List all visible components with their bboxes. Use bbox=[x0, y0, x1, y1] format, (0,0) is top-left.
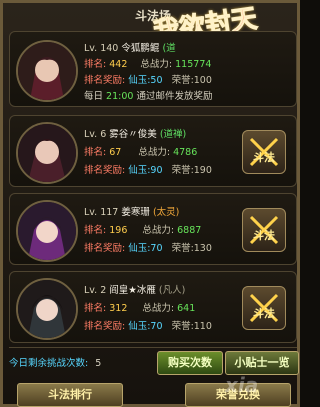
opponent-rank-value: 196 bbox=[109, 225, 128, 236]
opponent-name: 阎皇★冰雁 bbox=[109, 285, 156, 296]
opponent-rank-label: 排名: bbox=[84, 147, 107, 158]
watermark-logo: xia bbox=[225, 373, 259, 397]
self-card: Lv. 140 令狐鹏鲲 (道 排名: 442 总战力: 115774 排名奖励… bbox=[9, 31, 297, 107]
opponent-reward-honor: 荣誉:110 bbox=[171, 321, 212, 332]
self-reward-jade: 仙玉:50 bbox=[128, 75, 163, 86]
arena-panel: 斗法场 我欲封天 Lv. 140 令狐鹏鲲 (道 排名: 442 总战力: 11… bbox=[0, 0, 300, 407]
challenge-label: 斗法 bbox=[253, 151, 275, 164]
opponent-faction: (太灵) bbox=[152, 207, 180, 218]
opponent-card: Lv. 2 阎皇★冰雁 (凡人) 排名: 312 总战力: 641 排名奖励: … bbox=[9, 271, 297, 343]
opponent-reward-jade: 仙玉:70 bbox=[128, 321, 163, 332]
opponent-reward-jade: 仙玉:90 bbox=[128, 165, 163, 176]
self-level: Lv. 140 bbox=[84, 43, 119, 54]
arena-ranking-button[interactable]: 斗法排行 bbox=[17, 383, 123, 407]
challenge-button[interactable]: 斗法 bbox=[242, 286, 286, 330]
daily-reward-note: 每日 21:00 通过邮件发放奖励 bbox=[84, 91, 213, 102]
opponent-power-value: 4786 bbox=[173, 147, 198, 158]
self-power-value: 115774 bbox=[175, 59, 212, 70]
self-rank-label: 排名: bbox=[84, 59, 107, 70]
opponent-power-value: 6887 bbox=[177, 225, 202, 236]
opponent-card: Lv. 117 姜寒珊 (太灵) 排名: 196 总战力: 6887 排名奖励:… bbox=[9, 193, 297, 265]
opponent-level: Lv. 2 bbox=[84, 285, 107, 296]
buy-attempts-button[interactable]: 购买次数 bbox=[157, 351, 223, 375]
opponent-name: 姜寒珊 bbox=[121, 207, 150, 218]
opponent-rank-label: 排名: bbox=[84, 225, 107, 236]
opponent-level: Lv. 117 bbox=[84, 207, 119, 218]
self-rank-value: 442 bbox=[109, 59, 128, 70]
challenge-label: 斗法 bbox=[253, 307, 275, 320]
remaining-challenges: 今日剩余挑战次数: 5 bbox=[9, 358, 102, 369]
challenge-button[interactable]: 斗法 bbox=[242, 130, 286, 174]
opponent-reward-label: 排名奖励: bbox=[84, 321, 126, 332]
opponent-faction: (道禅) bbox=[159, 129, 187, 140]
opponent-avatar bbox=[16, 122, 78, 184]
opponent-reward-label: 排名奖励: bbox=[84, 243, 126, 254]
self-avatar bbox=[16, 40, 78, 102]
opponent-reward-honor: 荣誉:190 bbox=[171, 165, 212, 176]
opponent-reward-label: 排名奖励: bbox=[84, 165, 126, 176]
challenge-button[interactable]: 斗法 bbox=[242, 208, 286, 252]
opponent-name: 雾谷〃俊美 bbox=[109, 129, 157, 140]
opponent-faction: (凡人) bbox=[158, 285, 186, 296]
opponent-power-value: 641 bbox=[177, 303, 196, 314]
self-reward-label: 排名奖励: bbox=[84, 75, 126, 86]
opponent-reward-jade: 仙玉:70 bbox=[128, 243, 163, 254]
opponent-avatar bbox=[16, 278, 78, 340]
tips-button[interactable]: 小贴士一览 bbox=[225, 351, 299, 375]
opponent-power-label: 总战力: bbox=[142, 225, 175, 236]
opponent-card: Lv. 6 雾谷〃俊美 (道禅) 排名: 67 总战力: 4786 排名奖励: … bbox=[9, 115, 297, 187]
opponent-rank-value: 312 bbox=[109, 303, 128, 314]
opponent-rank-label: 排名: bbox=[84, 303, 107, 314]
remaining-challenges-value: 5 bbox=[95, 358, 102, 369]
self-power-label: 总战力: bbox=[140, 59, 173, 70]
opponent-reward-honor: 荣誉:130 bbox=[171, 243, 212, 254]
opponent-power-label: 总战力: bbox=[142, 303, 175, 314]
opponent-power-label: 总战力: bbox=[138, 147, 171, 158]
self-reward-honor: 荣誉:100 bbox=[171, 75, 212, 86]
self-name: 令狐鹏鲲 bbox=[121, 43, 160, 54]
opponent-avatar bbox=[16, 200, 78, 262]
challenge-label: 斗法 bbox=[253, 229, 275, 242]
self-faction: (道 bbox=[162, 43, 176, 54]
opponent-level: Lv. 6 bbox=[84, 129, 107, 140]
opponent-rank-value: 67 bbox=[109, 147, 122, 158]
